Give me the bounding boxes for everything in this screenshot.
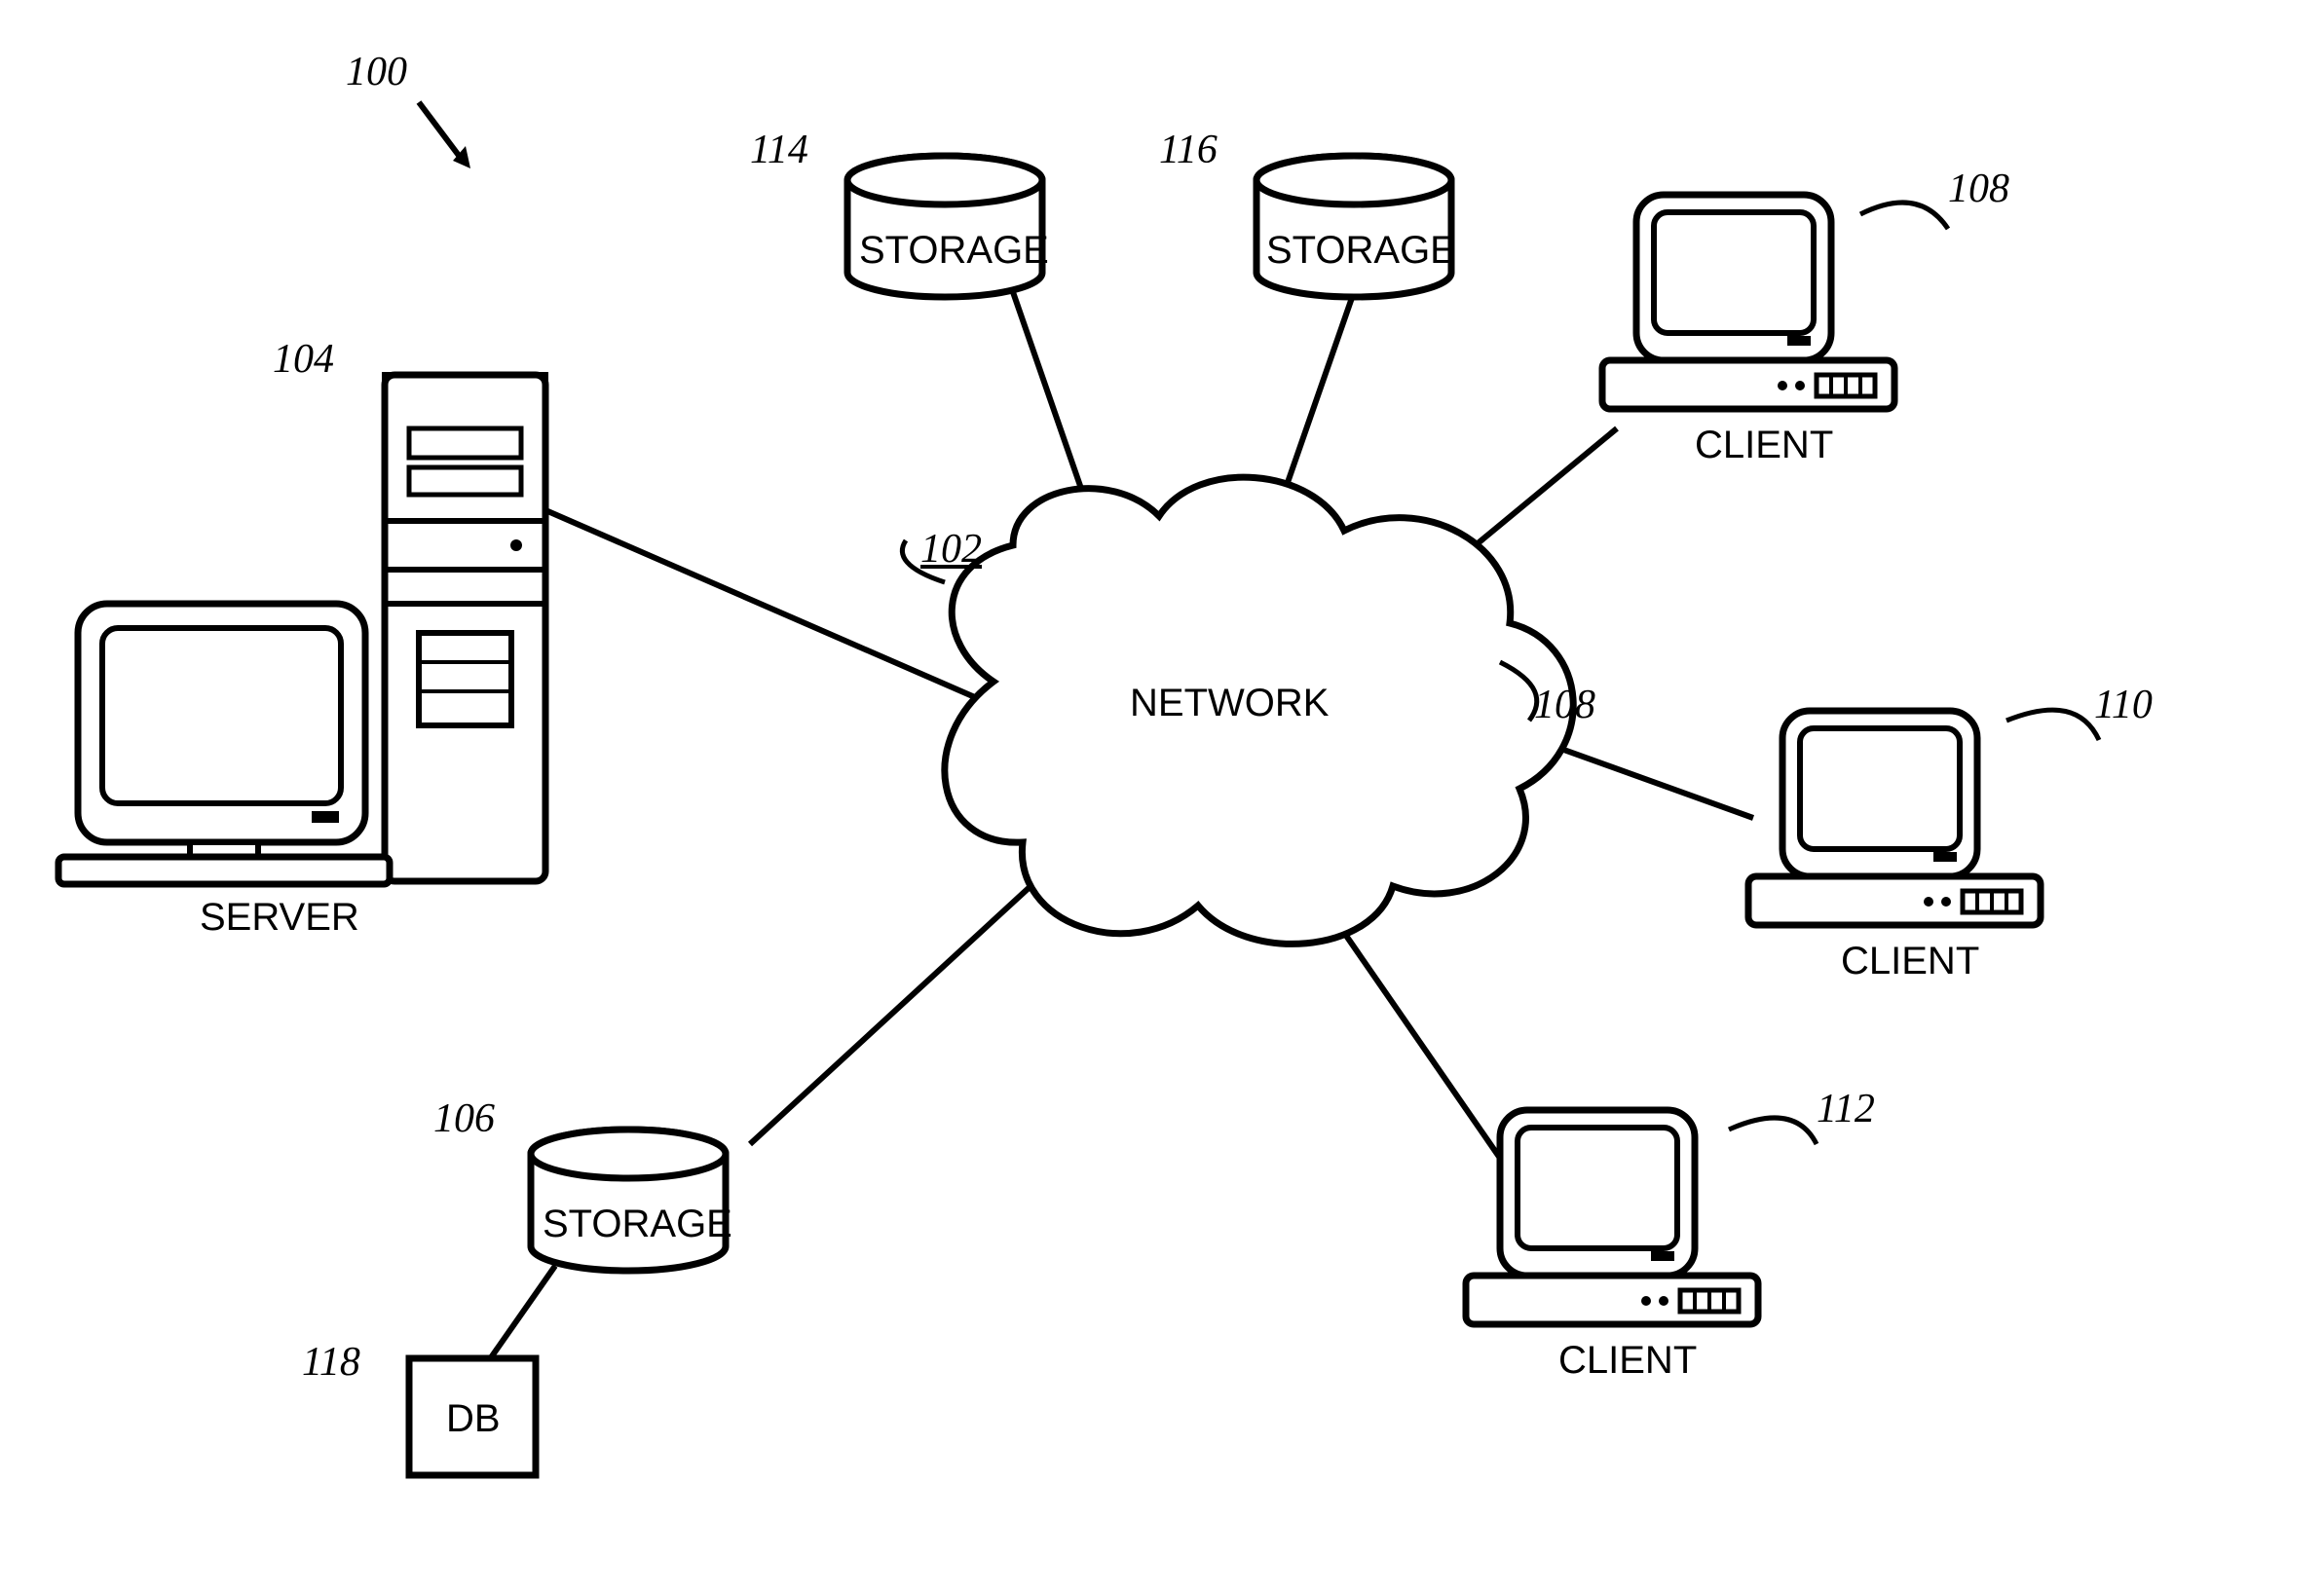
client-top-label: CLIENT bbox=[1695, 424, 1833, 467]
storage-top-right-label: STORAGE bbox=[1266, 229, 1456, 273]
client-top bbox=[1602, 195, 1894, 409]
server bbox=[58, 375, 545, 884]
storage-top-right-ref: 116 bbox=[1159, 127, 1218, 173]
client-bottom-label: CLIENT bbox=[1558, 1339, 1697, 1383]
db-label: DB bbox=[446, 1397, 501, 1441]
storage-top-left bbox=[847, 156, 1042, 297]
figure-ref-arrow bbox=[419, 102, 470, 168]
storage-bottom bbox=[531, 1130, 726, 1271]
figure-ref: 100 bbox=[346, 49, 407, 95]
storage-top-right bbox=[1256, 156, 1451, 297]
storage-top-left-label: STORAGE bbox=[859, 229, 1049, 273]
client-top-ref: 108 bbox=[1948, 166, 2009, 212]
storage-top-left-ref: 114 bbox=[750, 127, 808, 173]
network-edge-ref: 108 bbox=[1534, 682, 1595, 728]
db-ref: 118 bbox=[302, 1339, 360, 1386]
storage-bottom-ref: 106 bbox=[433, 1095, 495, 1142]
client-mid-ref: 110 bbox=[2094, 682, 2153, 728]
client-bottom bbox=[1466, 1110, 1758, 1324]
server-ref: 104 bbox=[273, 336, 334, 383]
client-mid bbox=[1748, 711, 2041, 925]
network-label: NETWORK bbox=[1130, 682, 1329, 725]
network-ref: 102 bbox=[920, 526, 982, 573]
client-bottom-ref: 112 bbox=[1817, 1086, 1875, 1132]
server-label: SERVER bbox=[200, 896, 359, 940]
client-mid-label: CLIENT bbox=[1841, 940, 1979, 983]
storage-bottom-label: STORAGE bbox=[543, 1203, 732, 1246]
